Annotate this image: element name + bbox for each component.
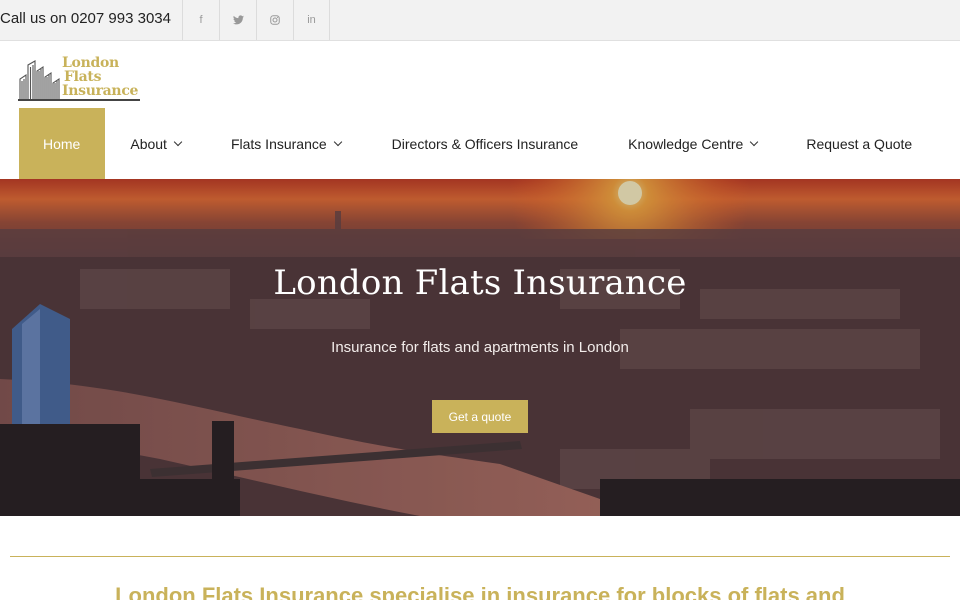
nav-item-label: Home — [43, 135, 81, 152]
get-quote-button[interactable]: Get a quote — [432, 400, 528, 433]
hero-title: London Flats Insurance — [273, 263, 687, 303]
top-bar: Call us on 0207 993 3034 f in — [0, 0, 960, 41]
linkedin-icon[interactable]: in — [293, 0, 330, 40]
nav-item-home[interactable]: Home — [19, 108, 106, 179]
section-divider — [10, 556, 950, 557]
nav-item-flats-insurance[interactable]: Flats Insurance — [230, 108, 342, 179]
social-links: f in — [182, 0, 330, 40]
city-skyline-icon — [19, 60, 60, 99]
hero-subtitle: Insurance for flats and apartments in Lo… — [331, 339, 629, 356]
chevron-down-icon — [750, 137, 759, 146]
nav-item-label: Request a Quote — [806, 135, 913, 152]
instagram-icon[interactable] — [256, 0, 293, 40]
main-nav: Home About Flats Insurance Directors & O… — [19, 108, 912, 179]
hero-banner: London Flats Insurance Insurance for fla… — [0, 179, 960, 516]
nav-item-about[interactable]: About — [130, 108, 183, 179]
logo-line-3: Insurance — [62, 83, 139, 99]
nav-item-directors-officers[interactable]: Directors & Officers Insurance — [392, 108, 578, 179]
chevron-down-icon — [173, 137, 183, 146]
nav-item-label: About — [130, 135, 167, 152]
nav-item-label: Directors & Officers Insurance — [391, 135, 579, 152]
twitter-icon[interactable] — [219, 0, 256, 40]
site-logo[interactable]: London Flats Insurance — [18, 55, 140, 101]
logo-underline — [18, 99, 140, 101]
nav-item-request-quote[interactable]: Request a Quote — [806, 108, 912, 179]
nav-item-knowledge-centre[interactable]: Knowledge Centre — [628, 108, 759, 179]
logo-text: London Flats Insurance — [62, 56, 138, 98]
intro-heading: London Flats Insurance specialise in ins… — [115, 583, 845, 600]
nav-item-label: Knowledge Centre — [628, 135, 744, 152]
facebook-icon[interactable]: f — [182, 0, 219, 40]
nav-item-label: Flats Insurance — [230, 135, 327, 152]
phone-number[interactable]: Call us on 0207 993 3034 — [0, 10, 171, 27]
chevron-down-icon — [333, 137, 342, 146]
